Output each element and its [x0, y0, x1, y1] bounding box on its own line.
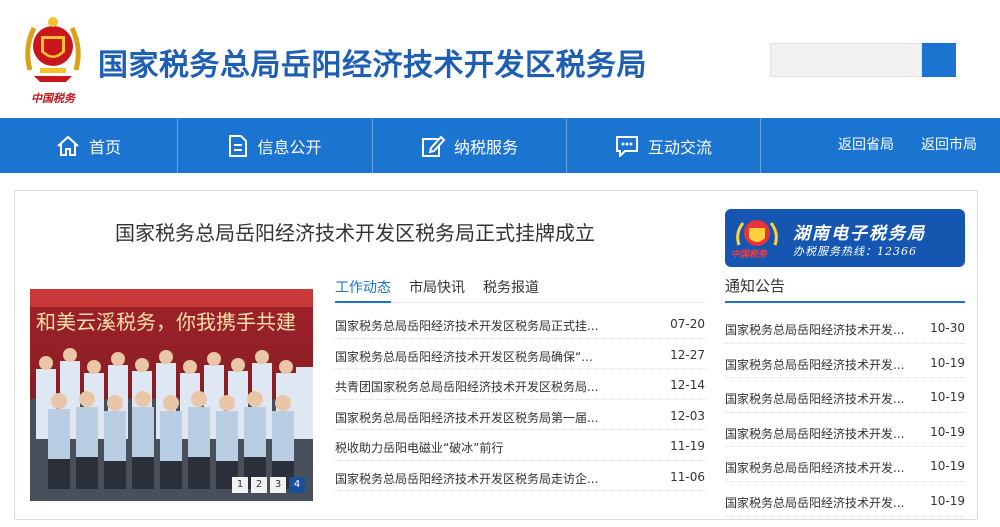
list-item: 国家税务总局岳阳经济技术开发区税务局走访企... 11-06: [335, 461, 705, 491]
notice-heading: 通知公告: [725, 275, 965, 303]
list-item: 国家税务总局岳阳经济技术开发... 10-19: [725, 447, 965, 482]
nav-item-label: 互动交流: [647, 137, 712, 157]
back-to-city-link[interactable]: 返回市局: [921, 118, 977, 173]
list-item: 国家税务总局岳阳经济技术开发... 10-19: [725, 482, 965, 517]
content-panel: 国家税务总局岳阳经济技术开发区税务局正式挂牌成立 和美云溪税务，你我携手共建 1…: [14, 190, 978, 520]
site-header: 中国税务 国家税务总局岳阳经济技术开发区税务局: [0, 0, 1000, 118]
notice-date: 10-19: [930, 493, 965, 508]
news-date: 11-19: [670, 439, 705, 453]
news-title-link[interactable]: 国家税务总局岳阳经济技术开发区税务局走访企...: [335, 470, 615, 487]
nav-divider: [760, 118, 761, 173]
banner-title: 湖南电子税务局: [793, 224, 926, 244]
news-date: 07-20: [670, 317, 705, 331]
list-item: 税收助力岳阳电磁业“破冰”前行 11-19: [335, 430, 705, 461]
notice-title-link[interactable]: 国家税务总局岳阳经济技术开发...: [725, 494, 905, 511]
carousel-page-1[interactable]: 1: [232, 477, 248, 493]
site-title: 国家税务总局岳阳经济技术开发区税务局: [98, 48, 647, 83]
notice-title-link[interactable]: 国家税务总局岳阳经济技术开发...: [725, 459, 905, 476]
news-title-link[interactable]: 国家税务总局岳阳经济技术开发区税务局确保“...: [335, 348, 615, 365]
back-to-province-link[interactable]: 返回省局: [838, 118, 894, 173]
emblem-caption: 中国税务: [31, 92, 75, 105]
notice-title-link[interactable]: 国家税务总局岳阳经济技术开发...: [725, 356, 905, 373]
nav-item-label: 信息公开: [257, 137, 322, 157]
list-item: 国家税务总局岳阳经济技术开发区税务局确保“... 12-27: [335, 339, 705, 369]
news-date: 12-03: [670, 408, 705, 423]
news-tabs: 工作动态 市局快讯 税务报道: [335, 277, 705, 303]
notice-list: 国家税务总局岳阳经济技术开发... 10-30 国家税务总局岳阳经济技术开发..…: [725, 309, 965, 517]
nav-item-interaction[interactable]: 互动交流: [567, 118, 760, 173]
nav-item-tax-service[interactable]: 纳税服务: [373, 118, 566, 173]
news-title-link[interactable]: 国家税务总局岳阳经济技术开发区税务局第一届...: [335, 409, 615, 426]
news-title-link[interactable]: 税收助力岳阳电磁业“破冰”前行: [335, 439, 615, 456]
list-item: 国家税务总局岳阳经济技术开发... 10-19: [725, 413, 965, 448]
list-item: 国家税务总局岳阳经济技术开发... 10-19: [725, 344, 965, 379]
news-title-link[interactable]: 共青团国家税务总局岳阳经济技术开发区税务局...: [335, 378, 615, 395]
list-item: 国家税务总局岳阳经济技术开发... 10-19: [725, 378, 965, 413]
notice-date: 10-30: [930, 321, 965, 335]
news-date: 12-27: [670, 347, 705, 362]
list-item: 共青团国家税务总局岳阳经济技术开发区税务局... 12-14: [335, 369, 705, 400]
group-photo-image: 和美云溪税务，你我携手共建: [30, 289, 313, 501]
tab-tax-reports[interactable]: 税务报道: [483, 277, 539, 303]
hunan-etax-banner[interactable]: 中国税务 湖南电子税务局 办税服务热线：12366: [725, 209, 965, 267]
tab-work-news[interactable]: 工作动态: [335, 277, 391, 303]
news-title-link[interactable]: 国家税务总局岳阳经济技术开发区税务局正式挂...: [335, 317, 615, 334]
photo-carousel[interactable]: 和美云溪税务，你我携手共建 1 2 3 4: [30, 289, 313, 501]
nav-item-info-disclosure[interactable]: 信息公开: [178, 118, 372, 173]
notice-title-link[interactable]: 国家税务总局岳阳经济技术开发...: [725, 390, 905, 407]
notice-date: 10-19: [930, 459, 965, 474]
notice-date: 10-19: [930, 424, 965, 439]
nav-item-label: 首页: [88, 137, 121, 157]
nav-item-label: 纳税服务: [453, 137, 518, 157]
notice-title-link[interactable]: 国家税务总局岳阳经济技术开发...: [725, 425, 905, 442]
home-icon: [57, 135, 79, 156]
carousel-page-3[interactable]: 3: [270, 477, 286, 493]
list-item: 国家税务总局岳阳经济技术开发区税务局正式挂... 07-20: [335, 308, 705, 339]
tax-emblem-logo[interactable]: 中国税务: [20, 10, 86, 105]
main-nav: 首页 信息公开 纳税服务 互动交流 返回省局 返回市局: [0, 118, 1000, 173]
search-input[interactable]: [770, 43, 922, 77]
carousel-page-4[interactable]: 4: [289, 477, 305, 493]
headline-link[interactable]: 国家税务总局岳阳经济技术开发区税务局正式挂牌成立: [115, 217, 595, 246]
search-button[interactable]: [922, 43, 956, 77]
edit-icon: [421, 135, 445, 157]
list-item: 国家税务总局岳阳经济技术开发... 10-30: [725, 309, 965, 344]
tab-city-bulletin[interactable]: 市局快讯: [409, 277, 465, 303]
carousel-pager: 1 2 3 4: [232, 477, 305, 493]
notice-title-link[interactable]: 国家税务总局岳阳经济技术开发...: [725, 321, 905, 338]
notice-date: 10-19: [930, 355, 965, 370]
news-date: 11-06: [670, 469, 705, 484]
nav-item-home[interactable]: 首页: [0, 118, 177, 173]
photo-banner-text: 和美云溪税务，你我携手共建: [36, 310, 296, 334]
notice-date: 10-19: [930, 390, 965, 405]
carousel-page-2[interactable]: 2: [251, 477, 267, 493]
news-list: 国家税务总局岳阳经济技术开发区税务局正式挂... 07-20 国家税务总局岳阳经…: [335, 308, 705, 491]
chat-icon: [615, 135, 638, 157]
document-icon: [229, 134, 248, 157]
banner-hotline: 办税服务热线：12366: [793, 245, 917, 258]
banner-emblem-text: 中国税务: [731, 250, 768, 260]
list-item: 国家税务总局岳阳经济技术开发区税务局第一届... 12-03: [335, 400, 705, 430]
news-date: 12-14: [670, 378, 705, 392]
